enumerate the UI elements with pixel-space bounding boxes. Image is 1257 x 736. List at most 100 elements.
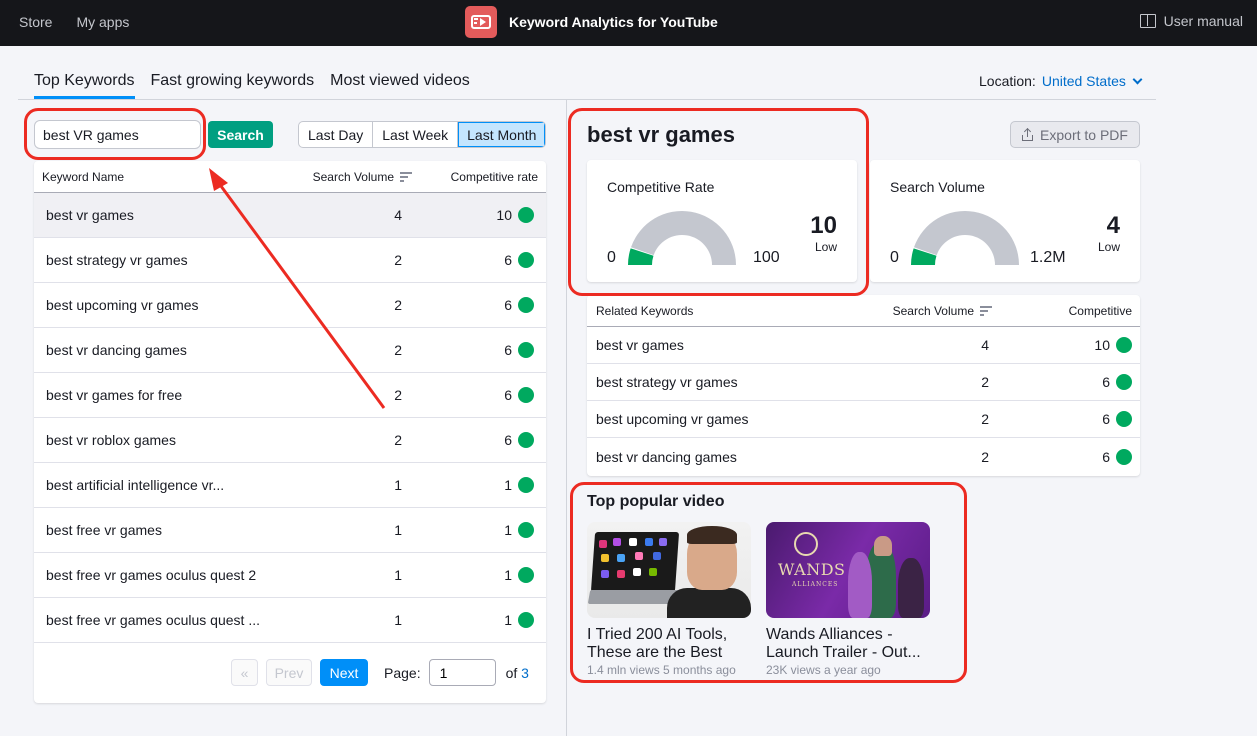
search-input[interactable] — [34, 120, 201, 149]
total-pages-link[interactable]: 3 — [521, 665, 529, 681]
sort-icon[interactable] — [400, 172, 412, 182]
video-thumbnail[interactable] — [587, 522, 751, 618]
popular-video-title: Top popular video — [587, 493, 725, 510]
keyword-name: best free vr games oculus quest 2 — [46, 567, 257, 583]
video-title-line: These are the Best — [587, 644, 723, 661]
header-keyword-name: Keyword Name — [42, 169, 125, 184]
status-dot-icon — [518, 432, 534, 448]
status-dot-icon — [518, 612, 534, 628]
competitive-rate: 6 — [402, 342, 546, 358]
search-volume: 2 — [394, 342, 402, 358]
status-dot-icon — [518, 207, 534, 223]
search-volume: 2 — [394, 432, 402, 448]
competitive-rate: 10 — [402, 207, 546, 223]
nav-my-apps[interactable]: My apps — [76, 14, 129, 30]
page-number-input[interactable] — [428, 659, 496, 686]
table-row[interactable]: best free vr games oculus quest ... 1 1 — [34, 598, 546, 643]
competitive-value: 1 — [504, 612, 512, 628]
panel-divider — [566, 100, 567, 736]
status-dot-icon — [518, 522, 534, 538]
header-related-volume-label: Search Volume — [892, 303, 974, 318]
search-volume: 1 — [394, 477, 402, 493]
app-title: Keyword Analytics for YouTube — [509, 14, 718, 30]
video-title-line: Wands Alliances - — [766, 626, 893, 643]
competitive-rate-card: Competitive Rate 0 100 10 Low — [587, 160, 857, 282]
status-dot-icon — [1116, 374, 1132, 390]
location-dropdown[interactable]: United States — [1042, 73, 1143, 89]
nav-store[interactable]: Store — [19, 14, 52, 30]
search-button[interactable]: Search — [208, 121, 273, 148]
video-title-line: I Tried 200 AI Tools, — [587, 626, 728, 643]
table-row[interactable]: best vr games 4 10 — [34, 193, 546, 238]
range-last-month[interactable]: Last Month — [458, 122, 546, 147]
gauge-max: 100 — [753, 249, 780, 266]
table-row[interactable]: best free vr games oculus quest 2 1 1 — [34, 553, 546, 598]
table-row[interactable]: best vr games for free 2 6 — [34, 373, 546, 418]
related-table-body: best vr games 4 10 best strategy vr games 2 6… — [587, 327, 1140, 475]
competitive-value: 6 — [504, 342, 512, 358]
app-brand: Keyword Analytics for YouTube — [465, 6, 718, 38]
gauge-max: 1.2M — [1030, 249, 1066, 266]
range-last-day[interactable]: Last Day — [299, 122, 374, 147]
thumb-logo-text: WANDS — [778, 560, 846, 579]
status-dot-icon — [1116, 337, 1132, 353]
header-search-volume-label: Search Volume — [312, 169, 394, 184]
related-keyword-name: best vr games — [596, 337, 684, 353]
prev-page-button[interactable]: Prev — [266, 659, 312, 686]
keyword-name: best vr games — [46, 207, 134, 223]
range-last-week[interactable]: Last Week — [373, 122, 459, 147]
competitive-rate-gauge — [628, 211, 736, 265]
export-pdf-button[interactable]: Export to PDF — [1010, 121, 1140, 148]
video-thumbnail[interactable]: WANDS ALLIANCES — [766, 522, 930, 618]
tab-top-keywords[interactable]: Top Keywords — [34, 72, 135, 99]
first-page-button[interactable]: « — [231, 659, 258, 686]
keyword-name: best free vr games — [46, 522, 162, 538]
related-row[interactable]: best upcoming vr games 2 6 — [587, 401, 1140, 438]
table-row[interactable]: best artificial intelligence vr... 1 1 — [34, 463, 546, 508]
related-table-header: Related Keywords Search Volume Competiti… — [587, 295, 1140, 327]
header-search-volume[interactable]: Search Volume — [292, 170, 412, 184]
tabs-divider — [18, 99, 1156, 100]
table-row[interactable]: best vr roblox games 2 6 — [34, 418, 546, 463]
table-row[interactable]: best strategy vr games 2 6 — [34, 238, 546, 283]
related-keyword-name: best strategy vr games — [596, 374, 738, 390]
related-search-volume: 2 — [981, 411, 989, 427]
related-keyword-name: best upcoming vr games — [596, 411, 749, 427]
keyword-name: best artificial intelligence vr... — [46, 477, 225, 493]
related-competitive: 6 — [989, 374, 1140, 390]
competitive-rate: 6 — [402, 297, 546, 313]
keywords-table: Keyword Name Search Volume Competitive r… — [34, 161, 546, 703]
search-volume-title: Search Volume — [890, 179, 985, 195]
page-label: Page: — [384, 664, 421, 681]
table-row[interactable]: best vr dancing games 2 6 — [34, 328, 546, 373]
header-related-volume[interactable]: Search Volume — [887, 304, 992, 318]
related-row[interactable]: best vr games 4 10 — [587, 327, 1140, 364]
competitive-value: 10 — [1094, 337, 1110, 353]
competitive-value: 1 — [504, 477, 512, 493]
tab-most-viewed-videos[interactable]: Most viewed videos — [330, 72, 470, 99]
competitive-value: 6 — [504, 297, 512, 313]
video-card[interactable]: I Tried 200 AI Tools, These are the Best… — [587, 522, 752, 677]
main-tabs: Top Keywords Fast growing keywords Most … — [34, 72, 470, 99]
related-row[interactable]: best strategy vr games 2 6 — [587, 364, 1140, 401]
related-competitive: 10 — [989, 337, 1140, 353]
sort-icon[interactable] — [980, 306, 992, 316]
next-page-button[interactable]: Next — [320, 659, 368, 686]
location-label: Location: — [979, 73, 1036, 89]
user-manual-link[interactable]: User manual — [1139, 13, 1243, 29]
related-keyword-name: best vr dancing games — [596, 448, 737, 465]
video-title[interactable]: Wands Alliances - Launch Trailer - Out..… — [766, 626, 931, 662]
header-related-keywords: Related Keywords — [596, 303, 694, 318]
related-search-volume: 2 — [981, 374, 989, 390]
status-dot-icon — [518, 342, 534, 358]
tab-fast-growing-keywords[interactable]: Fast growing keywords — [151, 72, 315, 99]
status-dot-icon — [518, 252, 534, 268]
video-title[interactable]: I Tried 200 AI Tools, These are the Best — [587, 626, 752, 662]
video-card[interactable]: WANDS ALLIANCES Wands Alliances - Launch… — [766, 522, 931, 677]
related-row[interactable]: best vr dancing games 2 6 — [587, 438, 1140, 475]
table-row[interactable]: best upcoming vr games 2 6 — [34, 283, 546, 328]
keyword-name: best vr games for free — [46, 387, 183, 403]
table-row[interactable]: best free vr games 1 1 — [34, 508, 546, 553]
book-icon — [1139, 14, 1156, 28]
competitive-rate: 6 — [402, 387, 546, 403]
